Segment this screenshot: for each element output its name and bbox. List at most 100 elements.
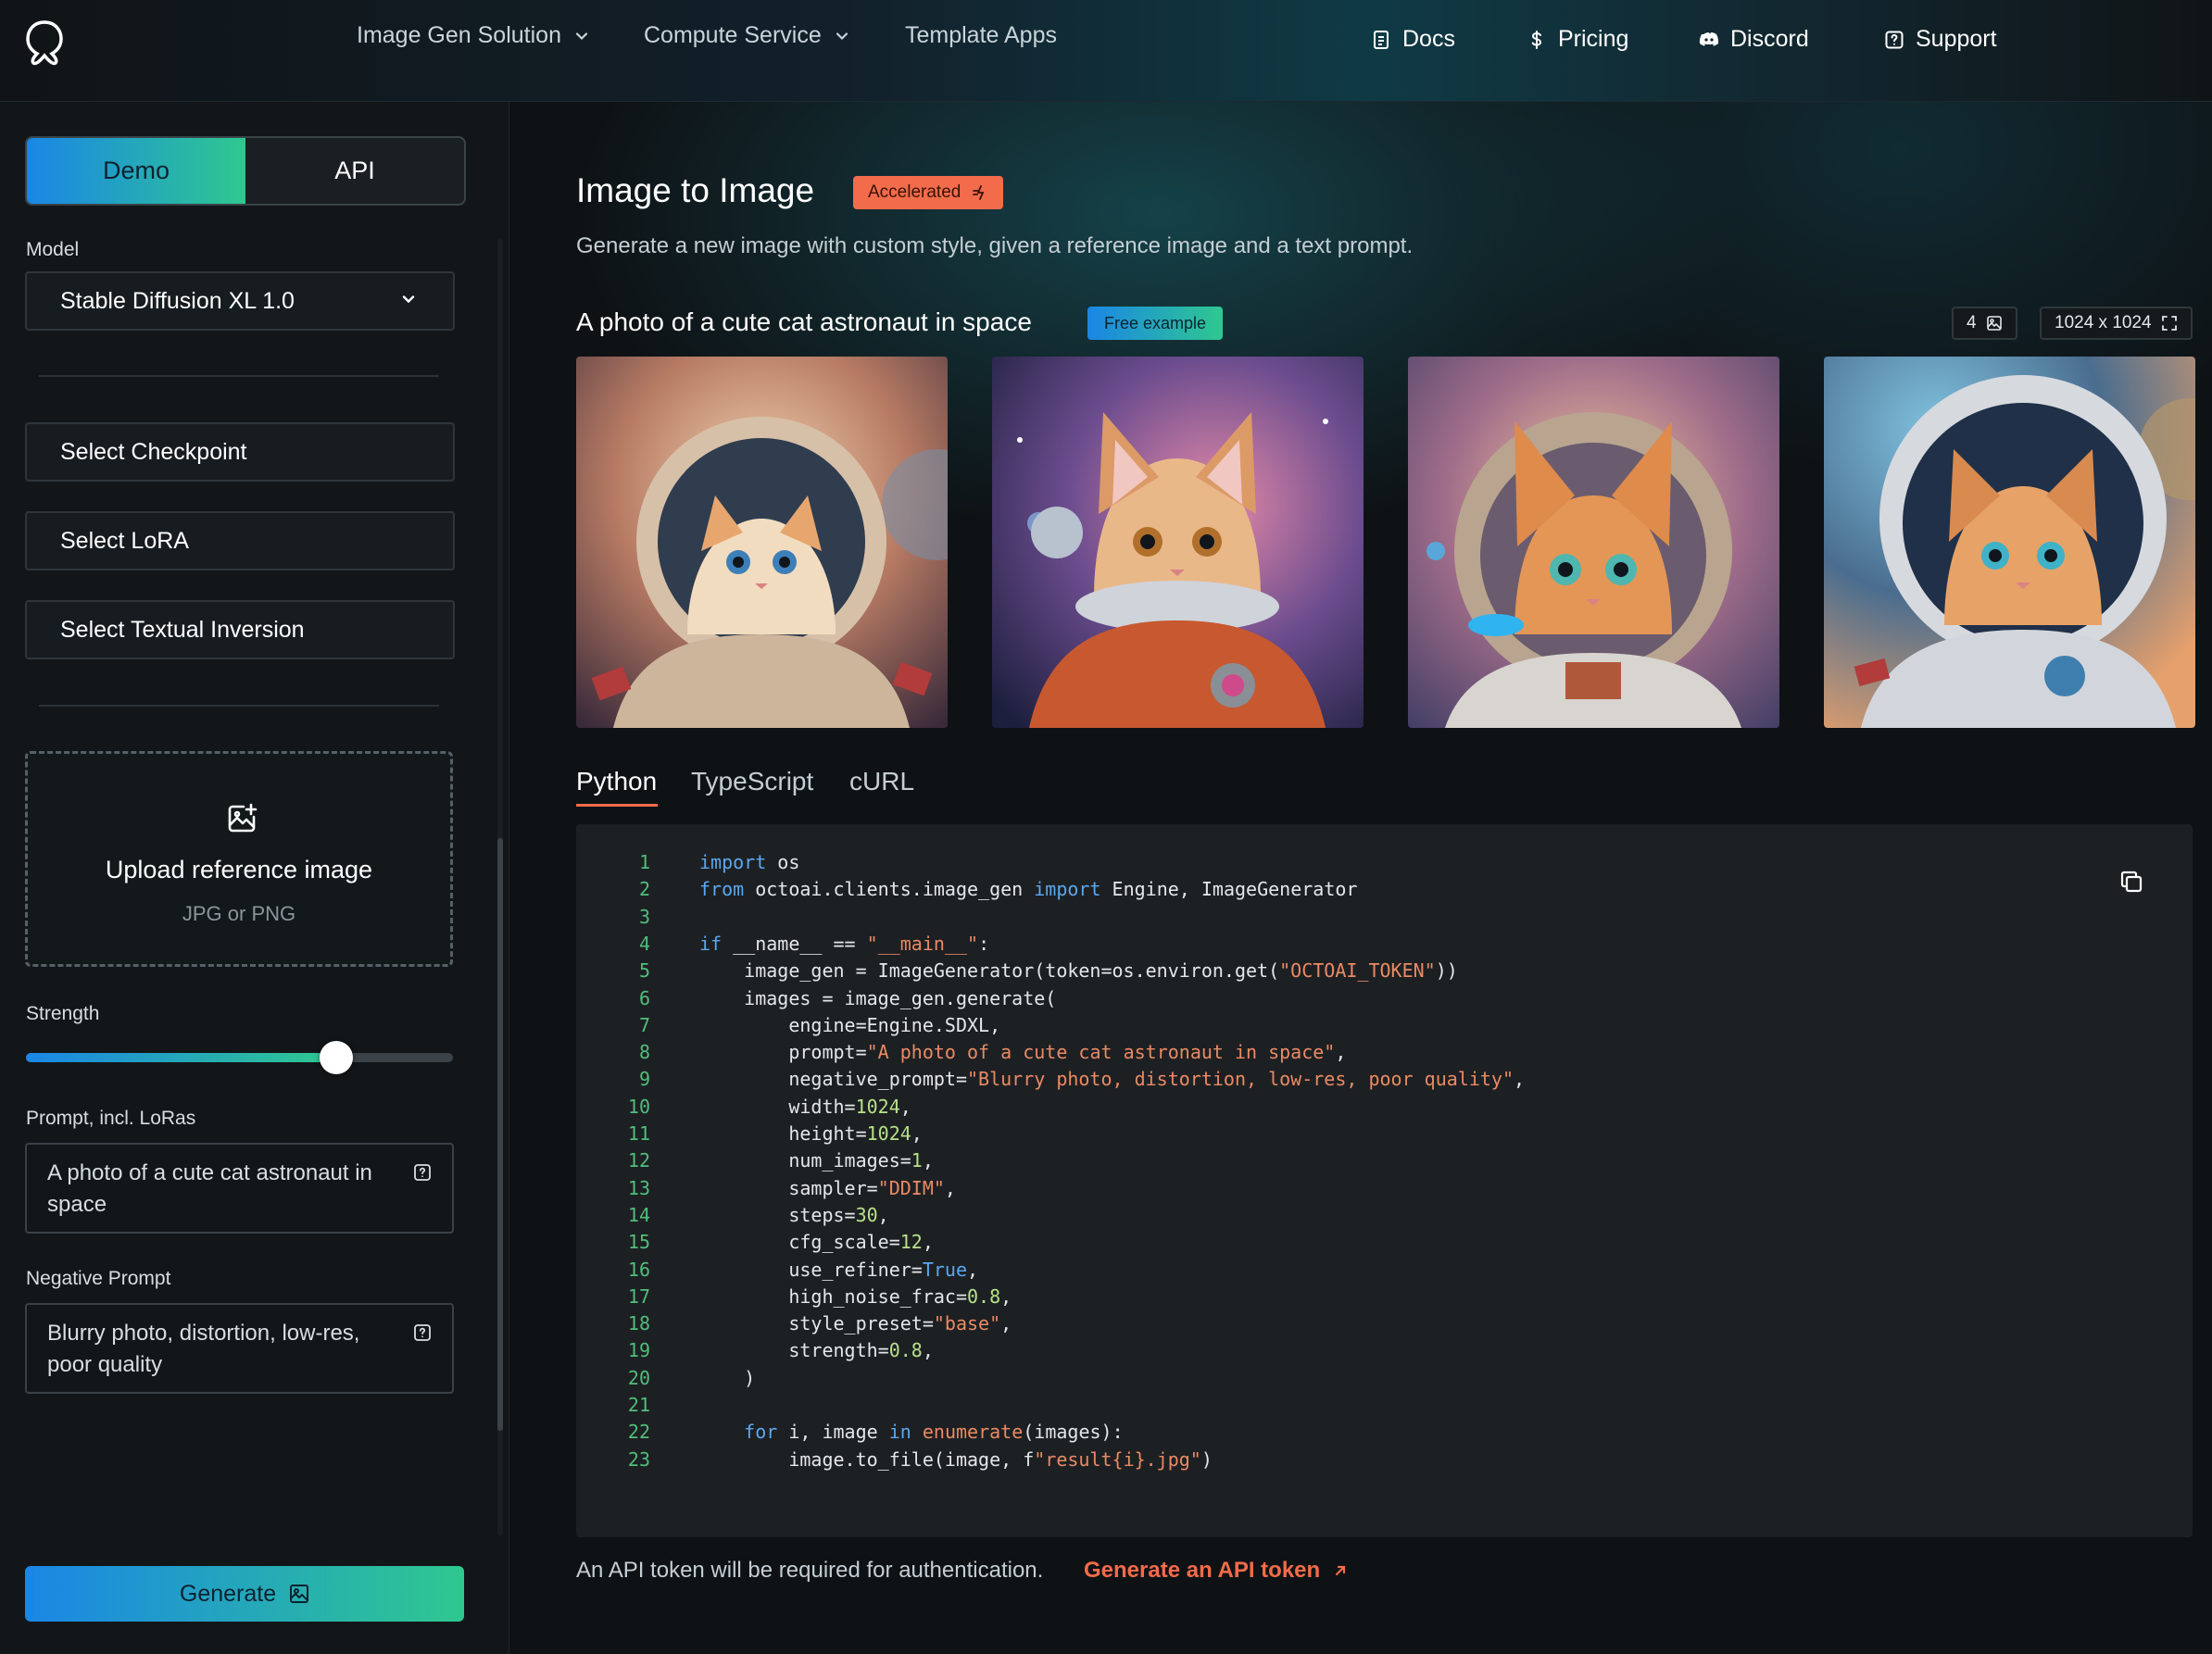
- api-tab[interactable]: API: [245, 138, 464, 204]
- line-number: 21: [627, 1394, 650, 1416]
- strength-label: Strength: [26, 1003, 100, 1024]
- image-count-pill[interactable]: 4: [1952, 307, 2017, 340]
- select-checkpoint-button[interactable]: Select Checkpoint: [25, 422, 455, 482]
- upload-subtitle: JPG or PNG: [182, 902, 296, 925]
- resolution-pill[interactable]: 1024 x 1024: [2040, 307, 2193, 340]
- model-select[interactable]: Stable Diffusion XL 1.0: [25, 271, 455, 331]
- generate-api-token-label: Generate an API token: [1084, 1558, 1321, 1583]
- nav-label: Image Gen Solution: [357, 22, 561, 48]
- nav-pricing[interactable]: Pricing: [1527, 26, 1628, 53]
- nav-image-gen-solution[interactable]: Image Gen Solution: [357, 22, 589, 49]
- line-number: 7: [638, 1013, 650, 1036]
- image-icon: [290, 1585, 309, 1603]
- line-text: import os: [699, 851, 800, 873]
- code-block[interactable]: 1 import os 2 from octoai.clients.image_gen…: [576, 824, 2193, 1537]
- page-subtitle: Generate a new image with custom style, …: [576, 233, 1414, 258]
- line-text: use_refiner=True,: [699, 1258, 979, 1281]
- model-label: Model: [26, 239, 80, 260]
- expand-icon: [2161, 316, 2177, 331]
- prompt-input[interactable]: A photo of a cute cat astronaut in space: [25, 1143, 454, 1234]
- line-text: image.to_file(image, f"result{i}.jpg"): [699, 1447, 1213, 1471]
- help-icon: [1885, 31, 1904, 48]
- help-icon[interactable]: [413, 1163, 432, 1182]
- divider: [39, 705, 439, 707]
- line-number: 1: [638, 851, 650, 873]
- nav-support[interactable]: Support: [1884, 26, 1997, 53]
- line-number: 22: [627, 1421, 650, 1444]
- negative-prompt-input[interactable]: Blurry photo, distortion, low-res, poor …: [25, 1303, 454, 1394]
- line-text: for i, image in enumerate(images):: [744, 1421, 1124, 1444]
- line-number: 8: [638, 1041, 650, 1064]
- top-navbar: Image Gen Solution Compute Service Templ…: [0, 0, 2212, 102]
- line-number: 20: [627, 1366, 650, 1389]
- line-text: width=1024,: [699, 1095, 911, 1118]
- sidebar-scrollbar-thumb[interactable]: [497, 838, 503, 1431]
- discord-icon: [1699, 31, 1719, 46]
- line-number: 12: [627, 1149, 650, 1172]
- api-token-note: An API token will be required for authen…: [576, 1558, 1044, 1583]
- nav-discord[interactable]: Discord: [1699, 26, 1809, 53]
- line-text: cfg_scale=12,: [699, 1231, 934, 1254]
- help-icon[interactable]: [413, 1323, 432, 1342]
- slider-handle[interactable]: [320, 1041, 354, 1074]
- line-text: engine=Engine.SDXL,: [699, 1013, 1001, 1036]
- page-title: Image to Image: [576, 171, 815, 209]
- nav-support-label: Support: [1916, 26, 1997, 52]
- line-text: prompt="A photo of a cute cat astronaut …: [699, 1041, 1347, 1064]
- line-text: images = image_gen.generate(: [699, 986, 1057, 1009]
- line-text: steps=30,: [699, 1203, 889, 1226]
- line-number: 19: [627, 1339, 650, 1362]
- negative-prompt-value: Blurry photo, distortion, low-res, poor …: [47, 1321, 360, 1377]
- chevron-down-icon: [575, 31, 588, 40]
- sidebar: Demo API Model Stable Diffusion XL 1.0 S…: [0, 102, 509, 1654]
- tab-typescript[interactable]: TypeScript: [691, 767, 813, 796]
- example-image-2[interactable]: [992, 357, 1364, 728]
- line-number: 10: [627, 1095, 650, 1118]
- nav-docs[interactable]: Docs: [1371, 26, 1455, 53]
- octoai-logo[interactable]: [24, 19, 65, 67]
- line-number: 14: [627, 1203, 650, 1226]
- select-checkpoint-label: Select Checkpoint: [60, 438, 247, 465]
- nav-compute-service[interactable]: Compute Service: [644, 22, 849, 49]
- generate-button[interactable]: Generate: [25, 1566, 464, 1622]
- chevron-down-icon: [402, 295, 415, 304]
- line-text: strength=0.8,: [699, 1339, 934, 1362]
- example-image-3[interactable]: [1408, 357, 1779, 728]
- line-number: 18: [627, 1312, 650, 1335]
- slider-fill: [26, 1053, 337, 1062]
- resolution: 1024 x 1024: [2055, 313, 2152, 332]
- line-text: ): [699, 1366, 756, 1389]
- tab-curl[interactable]: cURL: [849, 767, 914, 796]
- accelerated-badge: Accelerated: [853, 176, 1004, 209]
- lightning-icon: [973, 185, 985, 200]
- negative-prompt-label: Negative Prompt: [26, 1268, 171, 1289]
- line-number: 23: [627, 1447, 650, 1471]
- line-text: high_noise_frac=0.8,: [699, 1284, 1012, 1308]
- line-number: 2: [638, 878, 650, 901]
- line-number: 17: [627, 1284, 650, 1308]
- divider: [39, 375, 439, 377]
- generate-api-token-link[interactable]: Generate an API token: [1084, 1558, 1348, 1584]
- line-number: 11: [627, 1122, 650, 1145]
- upload-dropzone[interactable]: Upload reference image JPG or PNG: [25, 751, 453, 967]
- line-text: num_images=1,: [699, 1149, 934, 1172]
- line-text: negative_prompt="Blurry photo, distortio…: [699, 1068, 1526, 1091]
- demo-tab[interactable]: Demo: [27, 138, 245, 204]
- line-number: 13: [627, 1176, 650, 1199]
- nav-label: Compute Service: [644, 22, 822, 48]
- line-number: 16: [627, 1258, 650, 1281]
- line-number: 4: [638, 932, 650, 955]
- example-image-1[interactable]: [576, 357, 948, 728]
- accelerated-label: Accelerated: [868, 182, 961, 202]
- example-image-4[interactable]: [1824, 357, 2195, 728]
- mode-toggle: Demo API: [25, 136, 466, 206]
- select-textual-inversion-button[interactable]: Select Textual Inversion: [25, 600, 455, 659]
- line-number: 6: [638, 986, 650, 1009]
- tab-python[interactable]: Python: [576, 767, 657, 796]
- nav-template-apps[interactable]: Template Apps: [905, 22, 1057, 49]
- external-link-icon: [1336, 1565, 1346, 1576]
- active-tab-indicator: [576, 804, 658, 807]
- upload-title: Upload reference image: [105, 856, 373, 883]
- copy-icon[interactable]: [2118, 869, 2144, 895]
- select-lora-button[interactable]: Select LoRA: [25, 511, 455, 570]
